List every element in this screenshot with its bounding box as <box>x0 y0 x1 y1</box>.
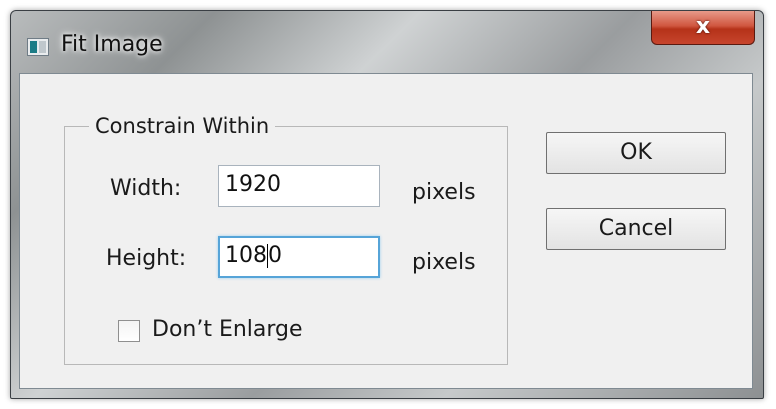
close-icon: x <box>695 14 711 39</box>
dont-enlarge-label[interactable]: Don’t Enlarge <box>152 317 303 343</box>
group-legend: Constrain Within <box>89 114 276 138</box>
height-label: Height: <box>106 246 187 271</box>
height-unit-label: pixels <box>412 250 476 275</box>
fit-image-dialog: Fit Image x Constrain Within Width: 1920… <box>10 10 764 399</box>
width-label: Width: <box>110 176 182 201</box>
width-unit-label: pixels <box>412 180 476 205</box>
dont-enlarge-checkbox[interactable] <box>118 320 140 342</box>
cancel-button[interactable]: Cancel <box>546 208 726 250</box>
dialog-title: Fit Image <box>61 32 163 57</box>
photoshop-app-icon <box>27 38 49 56</box>
height-value-start: 108 <box>225 243 267 268</box>
ok-button[interactable]: OK <box>546 132 726 174</box>
dialog-client-area: Constrain Within Width: 1920 pixels Heig… <box>19 73 753 389</box>
width-input[interactable]: 1920 <box>218 165 380 207</box>
height-value-end: 0 <box>268 243 282 268</box>
title-bar[interactable]: Fit Image x <box>11 11 763 73</box>
close-button[interactable]: x <box>651 11 755 45</box>
height-input[interactable]: 1080 <box>218 236 380 278</box>
